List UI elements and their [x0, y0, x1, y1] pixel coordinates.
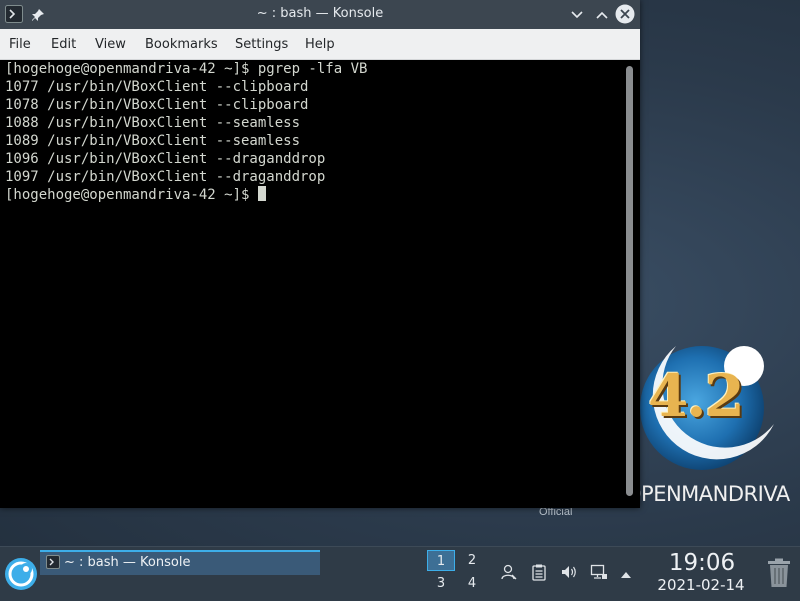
menu-bar: File Edit View Bookmarks Settings Help [0, 29, 640, 60]
taskbar-item-konsole[interactable]: ~ : bash — Konsole [40, 550, 320, 575]
terminal-cursor [258, 186, 267, 201]
menu-settings[interactable]: Settings [235, 37, 288, 52]
logo-version-text: 4.2 [648, 362, 745, 430]
network-icon[interactable] [590, 563, 608, 585]
menu-edit[interactable]: Edit [51, 37, 76, 52]
terminal-output[interactable]: [hogehoge@openmandriva-42 ~]$ pgrep -lfa… [0, 60, 622, 508]
pager-desktop-4[interactable]: 4 [458, 573, 486, 594]
terminal-line: 1096 /usr/bin/VBoxClient --draganddrop [5, 151, 326, 167]
clock-time[interactable]: 19:06 [660, 550, 744, 576]
pager-desktop-3[interactable]: 3 [427, 573, 455, 594]
terminal-line: 1078 /usr/bin/VBoxClient --clipboard [5, 97, 309, 113]
terminal-line: 1088 /usr/bin/VBoxClient --seamless [5, 115, 301, 131]
konsole-window[interactable]: ~ : bash — Konsole File Edit View Bookma… [0, 0, 640, 508]
clock-date[interactable]: 2021-02-14 [642, 576, 760, 594]
terminal-line: 1077 /usr/bin/VBoxClient --clipboard [5, 79, 309, 95]
terminal-line: 1097 /usr/bin/VBoxClient --draganddrop [5, 169, 326, 185]
menu-file[interactable]: File [9, 37, 31, 52]
pager-desktop-2[interactable]: 2 [458, 550, 486, 571]
logo-wordmark: OPENMANDRIVA [625, 482, 790, 506]
taskbar-item-label: ~ : bash — Konsole [64, 555, 191, 570]
system-tray-expand-icon[interactable] [619, 566, 633, 585]
terminal-line: 1089 /usr/bin/VBoxClient --seamless [5, 133, 301, 149]
konsole-icon [46, 555, 60, 569]
user-switcher-icon[interactable] [500, 563, 518, 585]
close-icon[interactable] [615, 4, 635, 28]
openmandriva-launcher-icon[interactable] [4, 557, 38, 591]
terminal-prompt: [hogehoge@openmandriva-42 ~]$ [5, 187, 250, 203]
chevron-up-icon[interactable] [594, 7, 610, 27]
trash-icon[interactable] [766, 558, 792, 592]
pager-desktop-1[interactable]: 1 [427, 550, 455, 571]
menu-view[interactable]: View [95, 37, 126, 52]
chevron-down-icon[interactable] [569, 7, 585, 27]
volume-icon[interactable] [560, 563, 578, 585]
terminal-line: [hogehoge@openmandriva-42 ~]$ pgrep -lfa… [5, 61, 368, 77]
terminal-scrollbar-thumb[interactable] [626, 66, 633, 496]
window-title: ~ : bash — Konsole [256, 6, 384, 21]
clipboard-icon[interactable] [530, 563, 548, 585]
menu-bookmarks[interactable]: Bookmarks [145, 37, 218, 52]
window-titlebar[interactable]: ~ : bash — Konsole [0, 0, 640, 29]
menu-help[interactable]: Help [305, 37, 335, 52]
terminal-prompt-line: [hogehoge@openmandriva-42 ~]$ [5, 186, 267, 204]
